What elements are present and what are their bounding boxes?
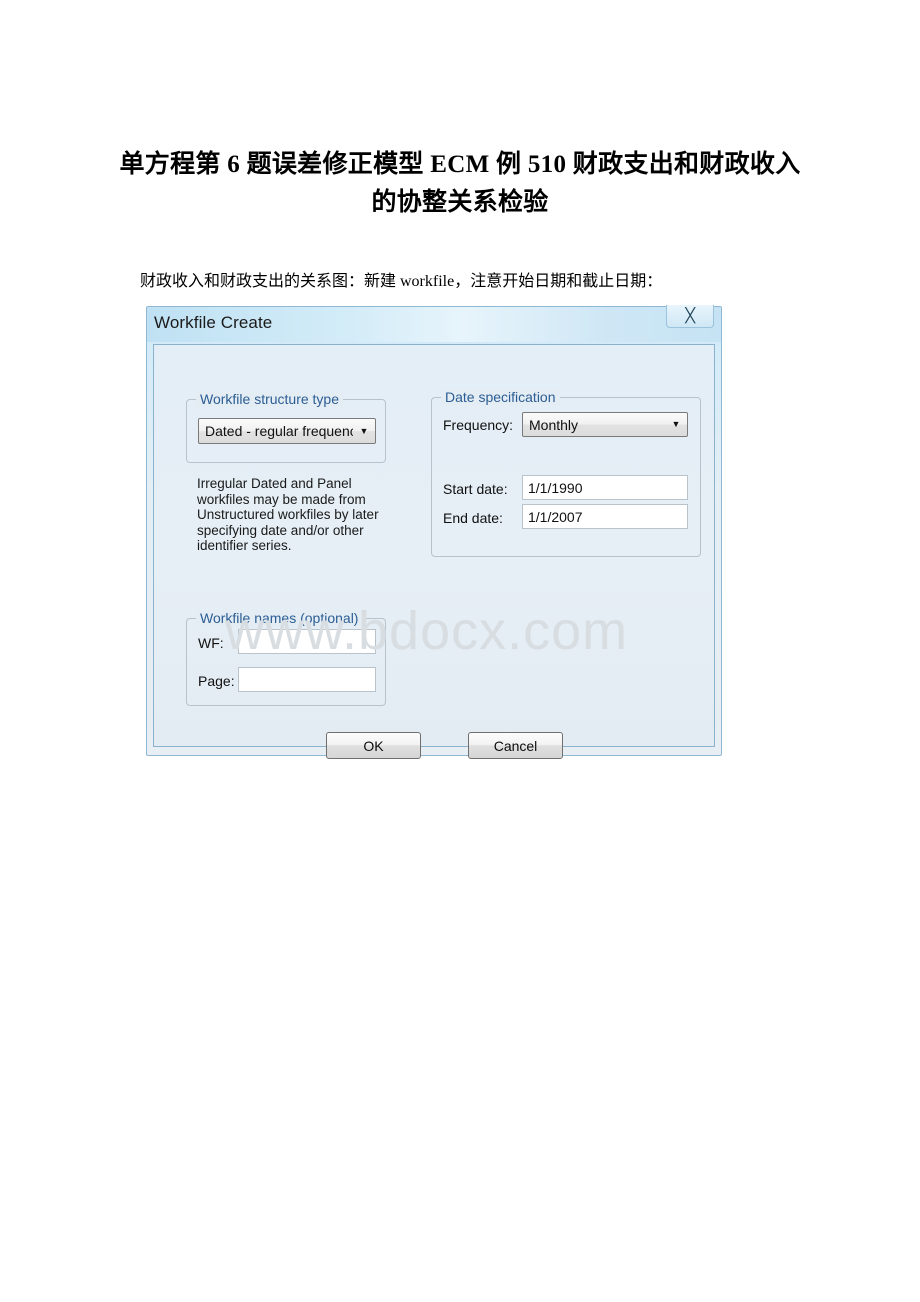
workfile-names-group: Workfile names (optional) WF: Page: [186,610,386,706]
page-name-input[interactable] [238,667,376,692]
end-date-input[interactable]: 1/1/2007 [522,504,688,529]
dialog-client-area: Workfile structure type Dated - regular … [153,344,715,759]
dialog-titlebar: Workfile Create ╳ [147,305,721,342]
close-button[interactable]: ╳ [666,305,714,328]
start-date-label: Start date: [443,481,508,497]
body-paragraph: 财政收入和财政支出的关系图：新建 workfile，注意开始日期和截止日期： [140,273,663,290]
date-specification-legend: Date specification [441,389,560,405]
chevron-down-icon: ▼ [359,425,369,436]
page-label: Page: [198,673,235,689]
end-date-label: End date: [443,510,503,526]
chevron-down-icon: ▼ [671,419,681,429]
frequency-value: Monthly [529,416,579,433]
wf-name-input[interactable] [238,629,376,654]
ok-button[interactable]: OK [326,732,421,759]
cancel-button[interactable]: Cancel [468,732,563,759]
workfile-structure-type-legend: Workfile structure type [196,391,344,407]
close-icon: ╳ [685,308,695,324]
workfile-structure-type-dropdown[interactable]: Dated - regular frequency ▼ [198,418,376,444]
date-specification-group: Date specification Frequency: Monthly ▼ … [431,389,701,557]
frequency-dropdown[interactable]: Monthly ▼ [522,412,688,437]
workfile-structure-type-group: Workfile structure type Dated - regular … [186,391,386,463]
wf-label: WF: [198,635,224,651]
workfile-names-legend: Workfile names (optional) [196,610,363,626]
page-title: 单方程第 6 题误差修正模型 ECM 例 510 财政支出和财政收入的协整关系检… [119,151,801,216]
workfile-create-dialog: Workfile Create ╳ Workfile structure typ… [146,305,722,759]
start-date-input[interactable]: 1/1/1990 [522,475,688,500]
frequency-label: Frequency: [443,417,514,433]
dialog-title: Workfile Create [154,313,273,332]
workfile-structure-type-value: Dated - regular frequency [205,423,353,439]
structure-description-text: Irregular Dated and Panel workfiles may … [197,476,379,553]
